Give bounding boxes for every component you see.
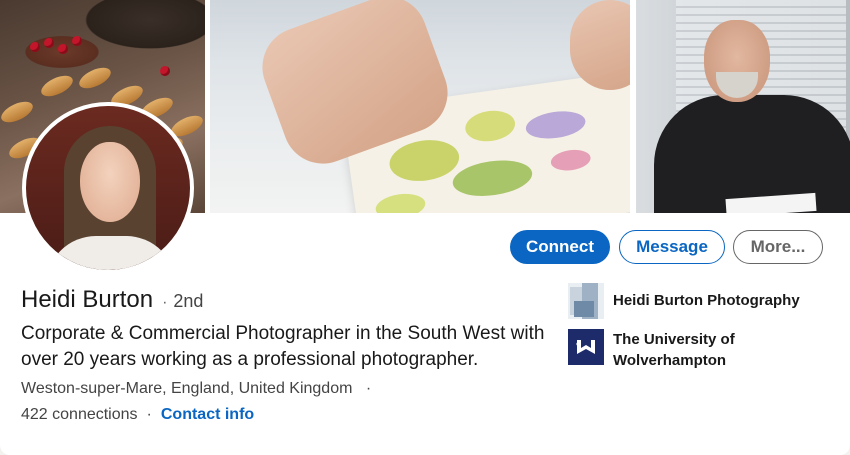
stitch [450,155,535,201]
avatar-face [80,142,140,222]
nut [76,63,114,93]
stitch [524,107,588,142]
company-logo-icon [568,283,604,319]
contact-info-link[interactable]: Contact info [161,406,254,424]
org-current-company[interactable]: Heidi Burton Photography [568,283,813,319]
profile-location: Weston-super-Mare, England, United Kingd… [21,380,353,397]
message-button[interactable]: Message [619,230,725,264]
man-sweater [654,95,850,213]
org-name: The University of Wolverhampton [613,331,735,369]
connection-degree: 2nd [173,291,204,311]
org-education[interactable]: The University of Wolverhampton [568,329,813,371]
connections-count: 422 connections [21,406,138,423]
berry [160,66,170,76]
profile-headline: Corporate & Commercial Photographer in t… [21,323,545,370]
nut [38,71,76,101]
university-logo-icon [568,329,604,365]
separator-dot: · [162,294,168,311]
berry [44,38,54,48]
separator-dot: · [365,380,372,397]
more-button[interactable]: More... [733,230,823,264]
stitch [463,107,518,145]
stats-line: 422 connections · Contact info [21,406,254,424]
nut [0,97,36,127]
profile-name: Heidi Burton [21,286,154,313]
name-line: Heidi Burton · 2nd [21,286,203,314]
hand [570,0,630,90]
berry [30,42,40,52]
org-name: Heidi Burton Photography [613,292,800,309]
profile-card: Connect Message More... Heidi Burton · 2… [0,0,850,455]
location-line: Weston-super-Mare, England, United Kingd… [21,380,380,398]
banner-photo-embroidery [210,0,630,213]
berry [58,44,68,54]
connect-button[interactable]: Connect [510,230,610,264]
stitch [386,135,462,186]
berry [72,36,82,46]
separator-dot: · [146,406,152,423]
stitch [374,190,427,213]
profile-actions: Connect Message More... [0,230,850,266]
stitch [549,147,592,173]
banner-photo-portrait [636,0,850,213]
